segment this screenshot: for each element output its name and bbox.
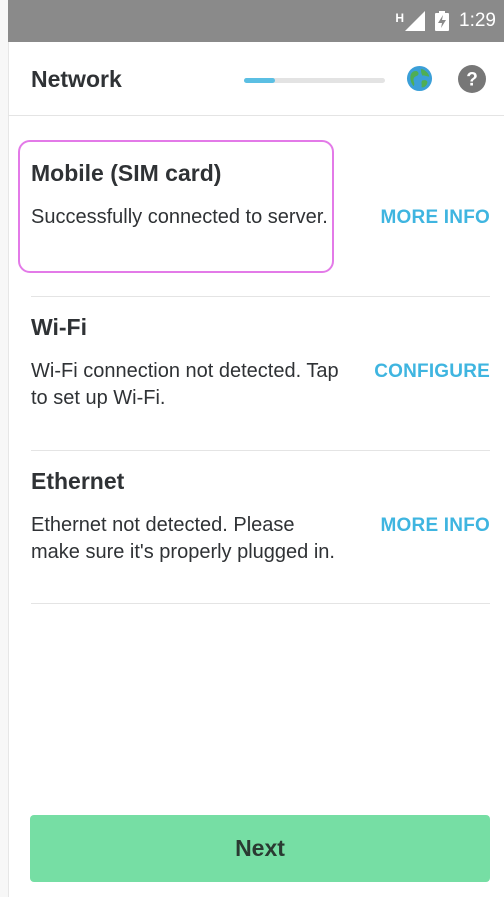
wifi-configure-button[interactable]: CONFIGURE — [374, 361, 490, 383]
page-title: Network — [31, 66, 122, 92]
ethernet-more-info-button[interactable]: MORE INFO — [381, 515, 490, 537]
battery-charging-icon — [435, 11, 450, 31]
left-edge — [0, 0, 9, 897]
network-type-indicator: H — [395, 11, 405, 25]
screen: H 1:29 Network ? Mobile (SIM card) Succe… — [0, 0, 504, 897]
network-title: Ethernet — [31, 468, 125, 494]
divider — [31, 296, 490, 297]
divider — [31, 603, 490, 604]
header: Network ? — [8, 42, 504, 116]
status-bar: H 1:29 — [8, 0, 504, 42]
network-description: Successfully connected to server. — [31, 206, 328, 228]
network-item-mobile[interactable]: Mobile (SIM card) Successfully connected… — [31, 160, 490, 270]
status-time: 1:29 — [459, 10, 496, 31]
network-item-wifi[interactable]: Wi-Fi Wi-Fi connection not detected. Tap… — [31, 314, 490, 424]
setup-progress-bar — [244, 78, 385, 83]
help-glyph: ? — [466, 70, 478, 91]
network-description: Ethernet not detected. Please make sure … — [31, 514, 335, 563]
network-title: Mobile (SIM card) — [31, 160, 222, 186]
next-button[interactable]: Next — [30, 815, 490, 882]
setup-progress-fill — [244, 78, 276, 83]
mobile-more-info-button[interactable]: MORE INFO — [381, 207, 490, 229]
network-item-ethernet[interactable]: Ethernet Ethernet not detected. Please m… — [31, 468, 490, 598]
help-icon[interactable]: ? — [458, 65, 486, 93]
globe-icon[interactable] — [406, 65, 433, 92]
signal-icon — [405, 11, 426, 31]
network-description: Wi-Fi connection not detected. Tap to se… — [31, 360, 339, 409]
divider — [31, 450, 490, 451]
network-title: Wi-Fi — [31, 314, 87, 340]
